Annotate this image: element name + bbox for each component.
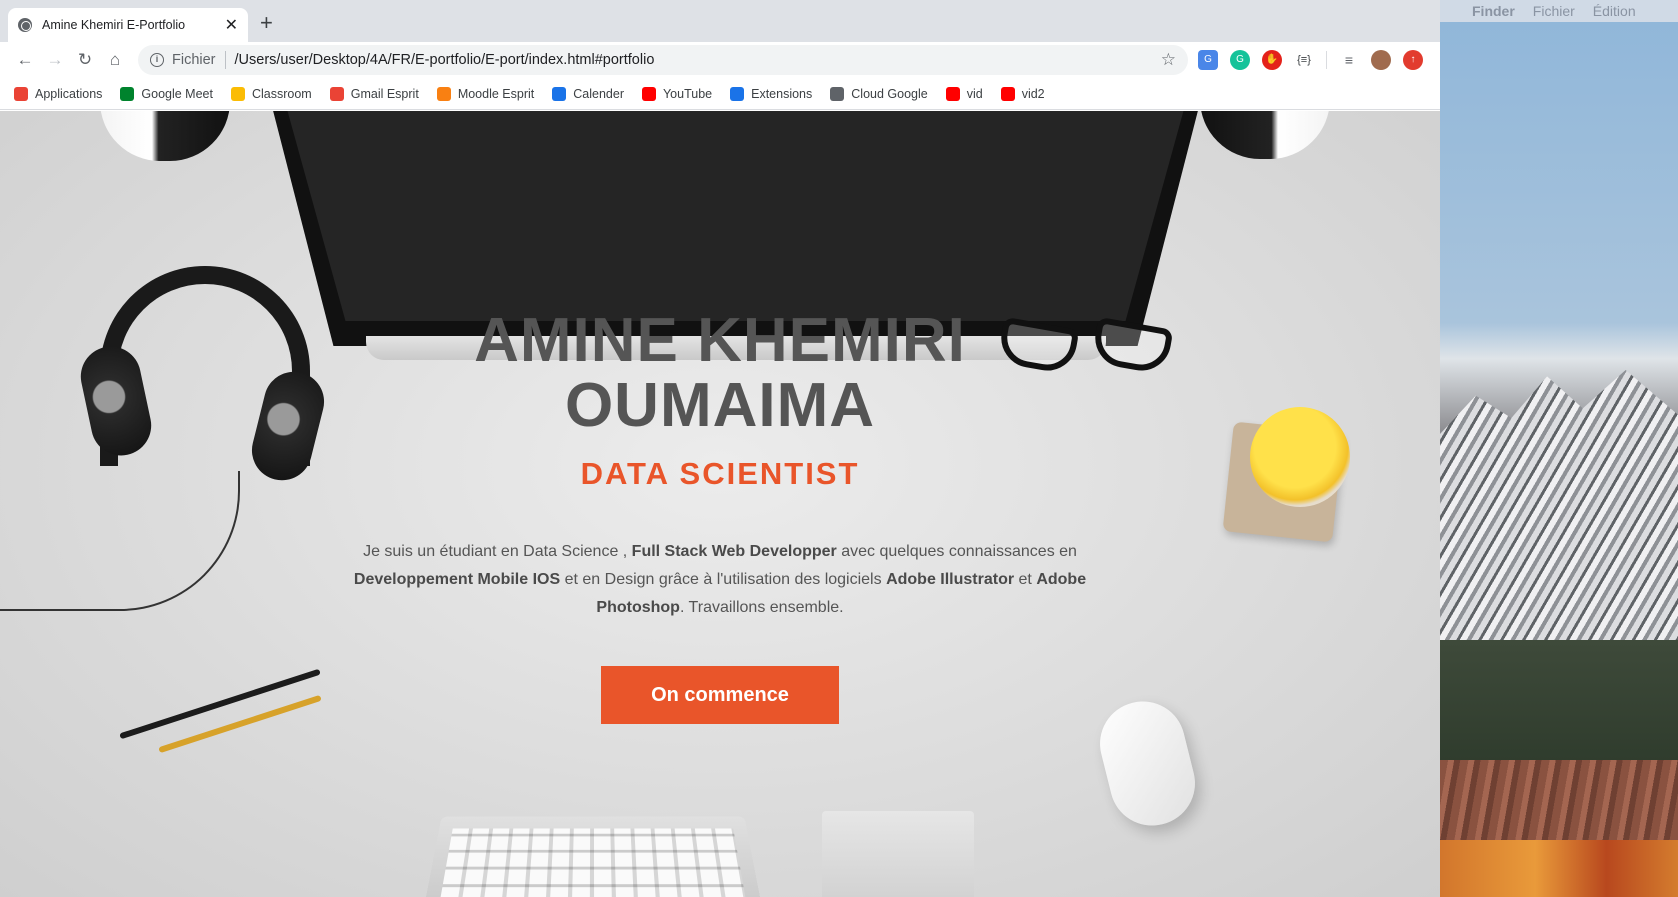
bookmark-label: Applications (35, 86, 103, 101)
reload-button[interactable]: ↻ (70, 50, 100, 70)
bookmark-label: Google Meet (141, 86, 213, 101)
speaker-right-image (1200, 111, 1330, 159)
bookmark-label: Cloud Google (851, 86, 928, 101)
calendar-icon (552, 86, 567, 101)
bookmark-item[interactable]: Google Meet (120, 86, 213, 101)
globe-icon (18, 18, 32, 32)
bookmark-label: Extensions (751, 86, 813, 101)
json-viewer-icon[interactable]: {≡} (1294, 50, 1314, 70)
moodle-icon (436, 86, 451, 101)
bio-skill-ios: Developpement Mobile IOS (353, 571, 561, 588)
bio-text-2: avec quelques connaissances en (836, 543, 1077, 560)
youtube-icon (1000, 86, 1015, 101)
browser-toolbar: ← → ↻ ⌂ i Fichier /Users/user/Desktop/4A… (0, 42, 1440, 78)
youtube-icon (945, 86, 960, 101)
bookmark-item[interactable]: Calender (552, 86, 624, 101)
adblock-icon[interactable]: ✋ (1262, 50, 1282, 70)
start-button[interactable]: On commence (601, 666, 839, 724)
menu-fichier[interactable]: Fichier (1533, 3, 1575, 19)
keyboard-image (423, 816, 763, 897)
tab-title: Amine Khemiri E-Portfolio (42, 18, 186, 32)
home-button[interactable]: ⌂ (100, 50, 130, 70)
bio-text-1: Je suis un étudiant en Data Science , (363, 543, 632, 560)
apps-grid-icon (14, 86, 28, 101)
portfolio-hero: AMINE KHEMIRI OUMAIMA DATA SCIENTIST Je … (0, 111, 1440, 897)
pencil-yellow-image (158, 694, 322, 754)
headphone-cable-image (0, 471, 240, 611)
profile-avatar[interactable] (1371, 50, 1391, 70)
bookmark-label: vid (966, 86, 983, 101)
autumn-wallpaper (1440, 840, 1678, 897)
bookmark-label: Gmail Esprit (350, 86, 419, 101)
bookmark-star-icon[interactable]: ☆ (1161, 50, 1176, 70)
bookmark-item[interactable]: Cloud Google (830, 86, 928, 101)
bookmark-label: YouTube (662, 86, 713, 101)
bookmark-item[interactable]: vid2 (1000, 86, 1045, 101)
forward-button[interactable]: → (40, 50, 70, 70)
hero-role: DATA SCIENTIST (580, 456, 860, 491)
site-info-icon[interactable]: i (150, 53, 164, 67)
trackpad-image (822, 811, 974, 897)
url-text[interactable]: /Users/user/Desktop/4A/FR/E-portfolio/E-… (235, 52, 1161, 68)
close-tab-icon[interactable]: ✕ (225, 15, 238, 35)
media-control-icon[interactable]: ≡ (1339, 50, 1359, 70)
bookmarks-bar: Applications Google Meet Classroom Gmail Es… (0, 78, 1440, 110)
new-tab-button[interactable]: + (260, 12, 273, 34)
bio-skill-illustrator: Adobe Illustrator (886, 571, 1015, 588)
grammarly-icon[interactable]: G (1230, 50, 1250, 70)
mouse-image (1091, 692, 1204, 835)
classroom-icon (230, 86, 245, 101)
bookmark-label: Calender (573, 86, 624, 101)
bio-text-4: et (1014, 571, 1037, 588)
hero-name-line2: OUMAIMA (564, 371, 876, 440)
url-separator (224, 51, 226, 69)
hero-bio: Je suis un étudiant en Data Science , Fu… (345, 538, 1095, 622)
browser-window: Amine Khemiri E-Portfolio ✕ + ← → ↻ ⌂ i … (0, 0, 1440, 897)
puzzle-icon (730, 86, 745, 101)
meet-icon (120, 86, 135, 101)
update-icon[interactable]: ↑ (1403, 50, 1423, 70)
tab-active[interactable]: Amine Khemiri E-Portfolio ✕ (8, 8, 248, 42)
rocks-wallpaper (1440, 760, 1678, 840)
bookmark-item[interactable]: Moodle Esprit (436, 86, 535, 101)
bookmark-label: Moodle Esprit (457, 86, 535, 101)
gmail-icon (329, 86, 344, 101)
cloud-icon (830, 86, 845, 101)
hero-name-line1: AMINE KHEMIRI (474, 306, 966, 375)
bookmark-item[interactable]: Extensions (730, 86, 813, 101)
bookmark-label: vid2 (1021, 86, 1045, 101)
speaker-left-image (100, 111, 230, 161)
url-scheme-label: Fichier (172, 52, 216, 68)
bio-skill-fullstack: Full Stack Web Developper (631, 543, 837, 560)
bookmark-item[interactable]: Classroom (230, 86, 312, 101)
back-button[interactable]: ← (10, 50, 40, 70)
bookmark-item[interactable]: Gmail Esprit (329, 86, 419, 101)
youtube-icon (641, 86, 656, 101)
extensions-area: G G ✋ {≡} ≡ ↑ (1198, 50, 1423, 70)
bookmark-item[interactable]: YouTube (641, 86, 713, 101)
bio-text-5: . Travaillons ensemble. (679, 599, 844, 616)
toolbar-divider (1326, 51, 1327, 69)
mac-menubar: Finder Fichier Édition (1440, 0, 1678, 22)
bio-text-3: et en Design grâce à l'utilisation des l… (560, 571, 887, 588)
google-translate-icon[interactable]: G (1198, 50, 1218, 70)
bookmark-item[interactable]: Applications (14, 86, 103, 101)
macos-desktop: Finder Fichier Édition (1440, 0, 1678, 897)
menu-edition[interactable]: Édition (1593, 3, 1636, 19)
menu-finder[interactable]: Finder (1472, 3, 1515, 19)
tab-strip: Amine Khemiri E-Portfolio ✕ + (0, 0, 1440, 42)
address-bar[interactable]: i Fichier /Users/user/Desktop/4A/FR/E-po… (138, 45, 1188, 75)
bookmark-label: Classroom (251, 86, 312, 101)
forest-wallpaper (1440, 640, 1678, 780)
bookmark-item[interactable]: vid (945, 86, 983, 101)
